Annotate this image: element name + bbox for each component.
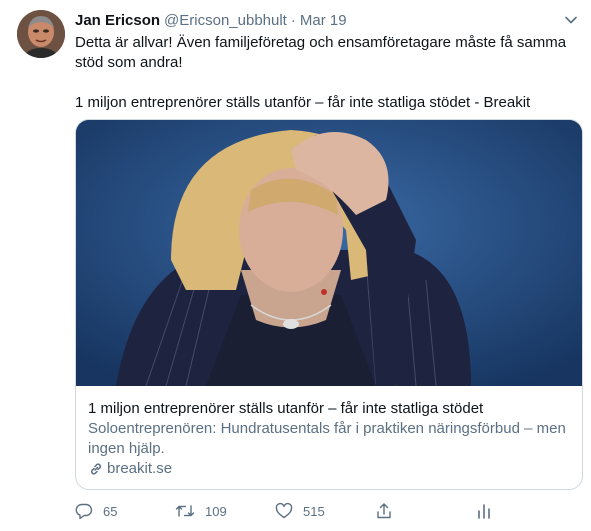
link-card[interactable]: 1 miljon entreprenörer ställs utanför – … [75, 119, 583, 490]
card-domain-text: breakit.se [107, 460, 173, 477]
author-handle[interactable]: @Ericson_ubbhult [164, 12, 287, 29]
card-title[interactable]: 1 miljon entreprenörer ställs utanför – … [88, 399, 572, 419]
tweet-date[interactable]: Mar 19 [300, 12, 347, 29]
author-name[interactable]: Jan Ericson [75, 12, 160, 29]
card-image[interactable] [76, 120, 582, 386]
like-button[interactable]: 515 [275, 502, 375, 520]
more-options-button[interactable] [561, 10, 581, 30]
chevron-down-icon [565, 16, 577, 24]
tweet-actions: 65 109 515 [75, 499, 515, 523]
share-button[interactable] [375, 502, 475, 520]
share-icon [377, 503, 391, 519]
reply-icon [75, 503, 93, 520]
retweet-count: 109 [205, 503, 227, 519]
card-meta: 1 miljon entreprenörer ställs utanför – … [76, 387, 582, 479]
analytics-button[interactable] [475, 502, 493, 520]
retweet-button[interactable]: 109 [175, 502, 275, 520]
card-description: Soloentreprenören: Hundratusentals får i… [88, 420, 566, 457]
reply-button[interactable]: 65 [75, 502, 175, 520]
like-count: 515 [303, 503, 325, 519]
tweet[interactable]: Jan Ericson @Ericson_ubbhult · Mar 19 De… [0, 0, 591, 531]
retweet-icon [175, 505, 195, 517]
card-domain: breakit.se [88, 459, 572, 479]
reply-count: 65 [103, 503, 118, 519]
separator-dot: · [290, 11, 296, 29]
tweet-text-line: 1 miljon entreprenörer ställs utanför – … [75, 94, 531, 111]
avatar[interactable] [17, 10, 65, 58]
card-photo [76, 120, 582, 386]
avatar-photo [17, 10, 65, 58]
link-icon [90, 463, 102, 475]
analytics-icon [478, 504, 490, 519]
tweet-text: Detta är allvar! Även familjeföretag och… [75, 33, 575, 113]
tweet-header: Jan Ericson @Ericson_ubbhult · Mar 19 [75, 10, 347, 30]
heart-icon [275, 502, 293, 519]
tweet-text-line: Detta är allvar! Även familjeföretag och… [75, 34, 567, 71]
